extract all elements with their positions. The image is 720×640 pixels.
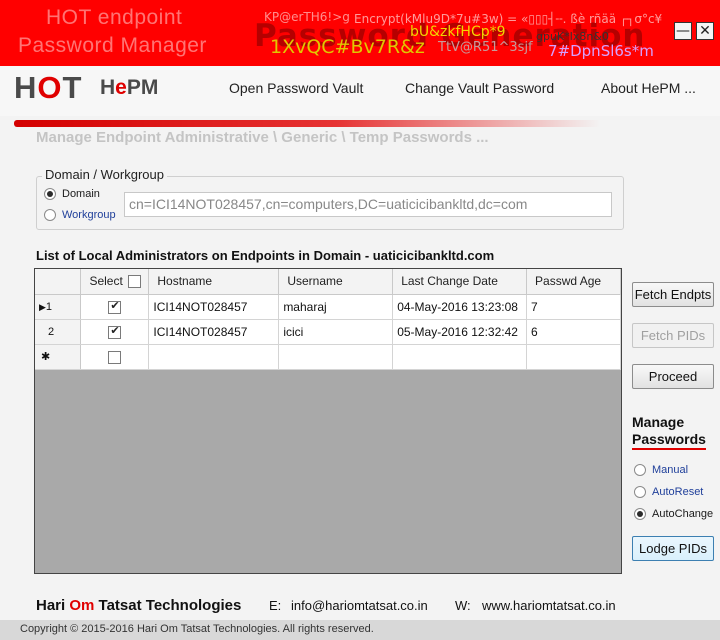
new-row-icon: ✱ bbox=[41, 351, 51, 363]
radio-unchecked-icon bbox=[44, 209, 56, 221]
column-header-select[interactable]: Select bbox=[80, 269, 150, 295]
username-cell[interactable]: maharaj bbox=[278, 294, 394, 320]
menu-change-vault-password[interactable]: Change Vault Password bbox=[405, 80, 554, 96]
row-checkbox[interactable] bbox=[108, 350, 122, 364]
username-cell[interactable]: icici bbox=[278, 319, 394, 345]
website-link[interactable]: www.hariomtatsat.co.in bbox=[482, 598, 616, 613]
row-header[interactable]: ✱ bbox=[35, 344, 82, 370]
last-change-cell[interactable]: 04-May-2016 13:23:08 bbox=[392, 294, 528, 320]
row-checkbox[interactable] bbox=[108, 299, 122, 314]
passwd-age-cell[interactable] bbox=[526, 344, 621, 370]
radio-unchecked-icon bbox=[634, 486, 646, 498]
admin-list-title: List of Local Administrators on Endpoint… bbox=[36, 248, 495, 263]
web-label: W: bbox=[455, 598, 471, 613]
manual-radio-label: Manual bbox=[652, 464, 689, 476]
column-header-passwd-age[interactable]: Passwd Age bbox=[526, 269, 621, 295]
last-change-cell[interactable]: 05-May-2016 12:32:42 bbox=[392, 319, 528, 345]
copyright-text: Copyright © 2015-2016 Hari Om Tatsat Tec… bbox=[20, 623, 374, 635]
table-header-row: Select Hostname Username Last Change Dat… bbox=[35, 269, 621, 295]
copyright-bar: Copyright © 2015-2016 Hari Om Tatsat Tec… bbox=[0, 620, 720, 640]
domain-radio-label: Domain bbox=[62, 188, 100, 200]
hepm-window: HOT endpoint Password Manager Password G… bbox=[0, 0, 720, 640]
hostname-cell[interactable] bbox=[148, 344, 280, 370]
column-header-hostname[interactable]: Hostname bbox=[148, 269, 280, 295]
admin-grid[interactable]: Select Hostname Username Last Change Dat… bbox=[34, 268, 622, 574]
table-row[interactable]: ▶1 ICI14NOT028457 maharaj 04-May-2016 13… bbox=[35, 294, 621, 320]
hostname-cell[interactable]: ICI14NOT028457 bbox=[148, 319, 280, 345]
noise-text-1: KP@erTH6!>g bbox=[264, 10, 350, 24]
domain-group-legend: Domain / Workgroup bbox=[42, 167, 167, 182]
workgroup-radio[interactable]: Workgroup bbox=[44, 209, 116, 221]
radio-checked-icon bbox=[44, 188, 56, 200]
domain-radio[interactable]: Domain bbox=[44, 188, 100, 200]
fetch-pids-button[interactable]: Fetch PIDs bbox=[632, 323, 714, 348]
email-link[interactable]: info@hariomtatsat.co.in bbox=[291, 598, 428, 613]
row-checkbox[interactable] bbox=[108, 324, 122, 339]
autoreset-radio-label: AutoReset bbox=[652, 486, 704, 498]
minimize-button[interactable]: — bbox=[674, 22, 692, 40]
window-controls: — ✕ bbox=[674, 22, 714, 40]
row-select-cell[interactable] bbox=[80, 294, 150, 320]
app-title-line2: Password Manager bbox=[18, 34, 207, 57]
table-row[interactable]: 2 ICI14NOT028457 icici 05-May-2016 12:32… bbox=[35, 319, 621, 345]
autochange-radio[interactable]: AutoChange bbox=[634, 508, 713, 520]
lodge-pids-button[interactable]: Lodge PIDs bbox=[632, 536, 714, 561]
row-header[interactable]: 2 bbox=[35, 319, 82, 345]
manual-radio[interactable]: Manual bbox=[634, 464, 688, 476]
last-change-cell[interactable] bbox=[392, 344, 528, 370]
hepm-logo: HePM bbox=[100, 76, 159, 99]
workgroup-radio-label: Workgroup bbox=[62, 209, 116, 221]
radio-unchecked-icon bbox=[634, 464, 646, 476]
title-bar[interactable]: HOT endpoint Password Manager Password G… bbox=[0, 0, 720, 66]
hostname-cell[interactable]: ICI14NOT028457 bbox=[148, 294, 280, 320]
current-row-icon: ▶ bbox=[39, 301, 46, 312]
menu-open-vault[interactable]: Open Password Vault bbox=[229, 80, 363, 96]
radio-checked-icon bbox=[634, 508, 646, 520]
column-header-last-change[interactable]: Last Change Date bbox=[392, 269, 528, 295]
admin-table: Select Hostname Username Last Change Dat… bbox=[35, 269, 621, 370]
email-label: E: bbox=[269, 598, 282, 613]
noise-text-4: 1XvQC#Bv7R&z bbox=[270, 36, 425, 58]
row-select-cell[interactable] bbox=[80, 319, 150, 345]
company-name: Hari Om Tatsat Technologies bbox=[36, 597, 242, 614]
section-title: Manage Endpoint Administrative \ Generic… bbox=[36, 129, 489, 146]
hot-logo: HOT bbox=[14, 70, 83, 105]
noise-text-2: Encrypt(kMlu9D*7u#3w) = «▯▯▯┤╌. ßè rñää … bbox=[354, 12, 663, 26]
passwd-age-cell[interactable]: 7 bbox=[526, 294, 621, 320]
row-header[interactable]: ▶1 bbox=[35, 294, 82, 320]
column-header-username[interactable]: Username bbox=[278, 269, 394, 295]
noise-text-7: 7#DpnSl6s*m bbox=[548, 42, 654, 60]
passwd-age-cell[interactable]: 6 bbox=[526, 319, 621, 345]
username-cell[interactable] bbox=[278, 344, 394, 370]
header-divider bbox=[14, 120, 600, 127]
select-all-checkbox[interactable] bbox=[128, 275, 142, 289]
row-header-corner bbox=[35, 269, 82, 295]
autochange-radio-label: AutoChange bbox=[652, 508, 714, 520]
manage-passwords-title: Manage Passwords bbox=[632, 414, 706, 447]
noise-text-5: TtV@R51^3sjf bbox=[438, 40, 533, 55]
fetch-endpts-button[interactable]: Fetch Endpts bbox=[632, 282, 714, 307]
menu-about[interactable]: About HePM ... bbox=[601, 80, 696, 96]
proceed-button[interactable]: Proceed bbox=[632, 364, 714, 389]
domain-path-field[interactable]: cn=ICI14NOT028457,cn=computers,DC=uatici… bbox=[124, 192, 612, 217]
new-row[interactable]: ✱ bbox=[35, 344, 621, 370]
manage-passwords-underline bbox=[632, 448, 706, 450]
autoreset-radio[interactable]: AutoReset bbox=[634, 486, 703, 498]
app-title-line1: HOT endpoint bbox=[46, 6, 183, 29]
close-button[interactable]: ✕ bbox=[696, 22, 714, 40]
header: HOT HePM Open Password Vault Change Vaul… bbox=[0, 66, 720, 116]
row-select-cell[interactable] bbox=[80, 344, 150, 370]
